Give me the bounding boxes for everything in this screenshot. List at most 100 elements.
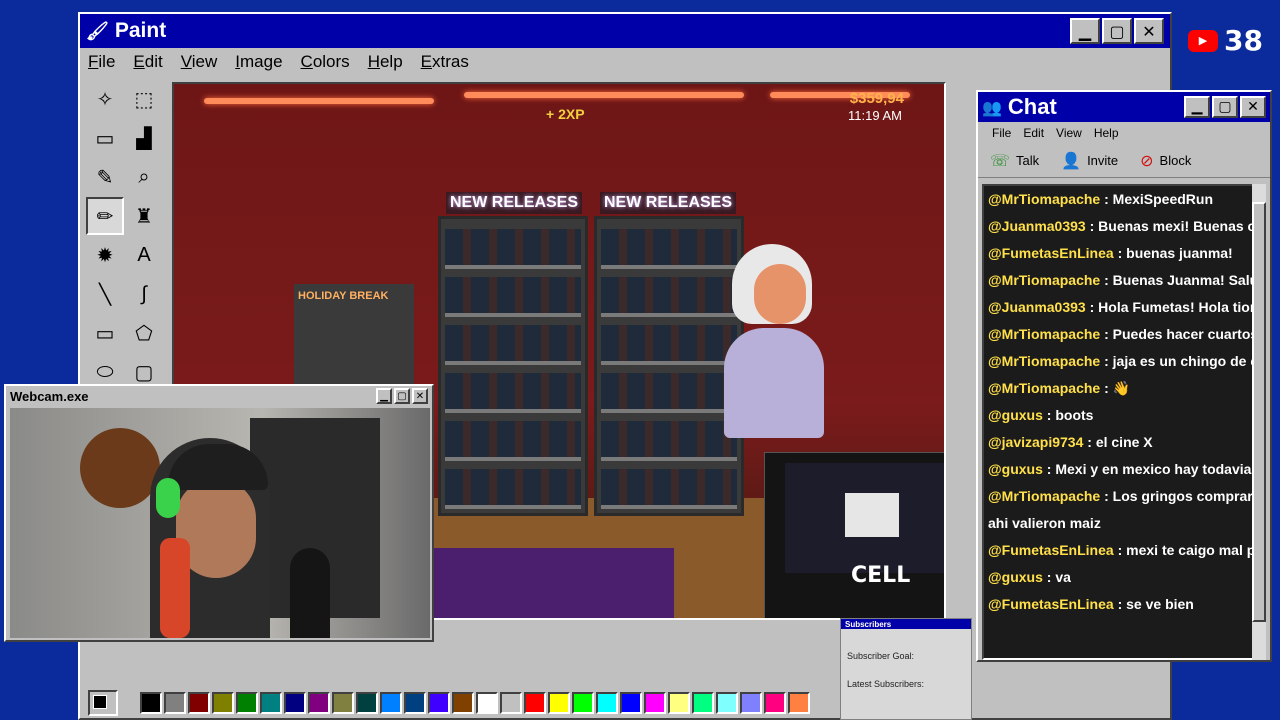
color-swatch[interactable] — [476, 692, 498, 714]
chat-username[interactable]: @MrTiomapache — [988, 191, 1100, 207]
menu-help[interactable]: Help — [368, 52, 403, 72]
chat-username[interactable]: @FumetasEnLinea — [988, 245, 1114, 261]
chat-text: ahi valieron maiz — [988, 515, 1101, 531]
chat-message: @javizapi9734 : el cine X — [984, 429, 1252, 456]
color-swatch[interactable] — [332, 692, 354, 714]
color-swatch[interactable] — [380, 692, 402, 714]
color-swatch[interactable] — [236, 692, 258, 714]
chat-log[interactable]: @MrTiomapache : MexiSpeedRun @Juanma0393 … — [982, 184, 1254, 660]
chat-close-button[interactable]: ✕ — [1240, 96, 1266, 118]
talk-button[interactable]: ☏ Talk — [990, 151, 1039, 170]
store-carpet — [434, 548, 674, 618]
chat-scrollbar[interactable] — [1252, 184, 1266, 660]
color-swatch[interactable] — [452, 692, 474, 714]
color-swatch[interactable] — [284, 692, 306, 714]
chat-username[interactable]: @Juanma0393 — [988, 299, 1086, 315]
color-swatch[interactable] — [500, 692, 522, 714]
line-icon[interactable]: ╲ — [86, 275, 124, 313]
color-swatch[interactable] — [428, 692, 450, 714]
chat-menu-file[interactable]: File — [992, 126, 1011, 140]
color-swatch[interactable] — [404, 692, 426, 714]
invite-button[interactable]: 👤 Invite — [1061, 151, 1118, 170]
webcam-close-button[interactable]: ✕ — [412, 388, 428, 404]
chat-username[interactable]: @MrTiomapache — [988, 326, 1100, 342]
chat-text: Los gringos compraron to — [1112, 488, 1253, 504]
chat-maximize-button[interactable]: ▢ — [1212, 96, 1238, 118]
color-swatch[interactable] — [524, 692, 546, 714]
airbrush-icon[interactable]: ✹ — [86, 236, 124, 274]
color-swatch[interactable] — [668, 692, 690, 714]
polygon-icon[interactable]: ⬠ — [125, 314, 163, 352]
webcam-maximize-button[interactable]: ▢ — [394, 388, 410, 404]
chat-username[interactable]: @MrTiomapache — [988, 353, 1100, 369]
poster-title: HOLIDAY BREAK — [298, 290, 389, 302]
block-button[interactable]: ⊘ Block — [1140, 151, 1191, 170]
chat-username[interactable]: @MrTiomapache — [988, 380, 1100, 396]
chat-username[interactable]: @FumetasEnLinea — [988, 596, 1114, 612]
color-swatch[interactable] — [644, 692, 666, 714]
paint-title: Paint — [114, 19, 167, 42]
menu-edit[interactable]: Edit — [133, 52, 162, 72]
picker-icon[interactable]: ✎ — [86, 158, 124, 196]
menu-colors[interactable]: Colors — [301, 52, 350, 72]
color-swatch[interactable] — [740, 692, 762, 714]
chat-username[interactable]: @javizapi9734 — [988, 434, 1083, 450]
chat-username[interactable]: @guxus — [988, 407, 1043, 423]
menu-image[interactable]: Image — [235, 52, 282, 72]
webcam-window: Webcam.exe ▁ ▢ ✕ — [4, 384, 434, 642]
chat-username[interactable]: @FumetasEnLinea — [988, 542, 1114, 558]
chat-menu-edit[interactable]: Edit — [1023, 126, 1044, 140]
menu-file[interactable]: File — [88, 52, 115, 72]
chat-username[interactable]: @MrTiomapache — [988, 488, 1100, 504]
color-swatch[interactable] — [692, 692, 714, 714]
close-button[interactable]: ✕ — [1134, 18, 1164, 44]
brush-icon[interactable]: ♜ — [125, 197, 163, 235]
minimize-button[interactable]: ▁ — [1070, 18, 1100, 44]
maximize-button[interactable]: ▢ — [1102, 18, 1132, 44]
chat-username[interactable]: @MrTiomapache — [988, 272, 1100, 288]
color-swatch[interactable] — [356, 692, 378, 714]
menu-extras[interactable]: Extras — [421, 52, 469, 72]
chat-titlebar[interactable]: 👥 Chat ▁ ▢ ✕ — [978, 92, 1270, 122]
chat-message: @guxus : Mexi y en mexico hay todavia es… — [984, 456, 1252, 483]
color-swatch[interactable] — [620, 692, 642, 714]
chat-title: Chat — [1007, 94, 1057, 119]
rectangle-icon[interactable]: ▭ — [86, 314, 124, 352]
scroll-thumb[interactable] — [1252, 202, 1266, 622]
text-icon[interactable]: A — [125, 236, 163, 274]
menu-view[interactable]: View — [181, 52, 218, 72]
chat-minimize-button[interactable]: ▁ — [1184, 96, 1210, 118]
magnifier-icon[interactable]: ⌕ — [125, 158, 163, 196]
select-icon[interactable]: ⬚ — [125, 80, 163, 118]
color-swatch[interactable] — [572, 692, 594, 714]
fill-icon[interactable]: ▟ — [125, 119, 163, 157]
color-swatch[interactable] — [140, 692, 162, 714]
color-swatch[interactable] — [716, 692, 738, 714]
chat-username[interactable]: @guxus — [988, 461, 1043, 477]
pencil-icon[interactable]: ✏ — [86, 197, 124, 235]
color-swatch[interactable] — [260, 692, 282, 714]
webcam-titlebar[interactable]: Webcam.exe ▁ ▢ ✕ — [6, 386, 432, 406]
color-swatch[interactable] — [788, 692, 810, 714]
color-swatch[interactable] — [764, 692, 786, 714]
color-swatch[interactable] — [596, 692, 618, 714]
headset — [156, 478, 180, 518]
chat-username[interactable]: @guxus — [988, 569, 1043, 585]
eraser-icon[interactable]: ▭ — [86, 119, 124, 157]
chat-username[interactable]: @Juanma0393 — [988, 218, 1086, 234]
free-select-icon[interactable]: ✧ — [86, 80, 124, 118]
chat-menu-view[interactable]: View — [1056, 126, 1082, 140]
color-swatch[interactable] — [188, 692, 210, 714]
color-swatch[interactable] — [548, 692, 570, 714]
color-swatch[interactable] — [212, 692, 234, 714]
chat-menu-help[interactable]: Help — [1094, 126, 1119, 140]
curve-icon[interactable]: ∫ — [125, 275, 163, 313]
webcam-minimize-button[interactable]: ▁ — [376, 388, 392, 404]
color-swatch[interactable] — [164, 692, 186, 714]
current-colors[interactable] — [88, 690, 118, 716]
block-icon: ⊘ — [1140, 151, 1154, 170]
chat-message: @MrTiomapache : 👋 — [984, 375, 1252, 402]
preview-overlay-text: CELL — [851, 563, 911, 588]
color-swatch[interactable] — [308, 692, 330, 714]
paint-titlebar[interactable]: 🖌 Paint ▁ ▢ ✕ — [80, 14, 1170, 48]
